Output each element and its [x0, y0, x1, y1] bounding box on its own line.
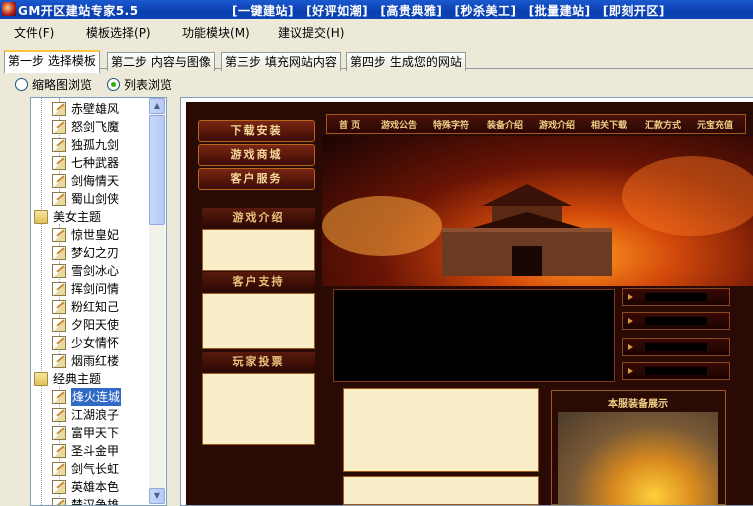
nav-item: 汇款方式 — [645, 121, 682, 131]
menu-bar: 文件(F) 模板选择(P) 功能模块(M) 建议提交(H) — [0, 21, 753, 41]
preview-service-button: 客户服务 — [198, 168, 315, 190]
page-icon — [52, 156, 66, 170]
page-icon — [52, 138, 66, 152]
redacted-block — [645, 367, 707, 375]
preview-nav: 首 页 游戏公告 特殊字符 装备介绍 游戏介绍 相关下载 汇款方式 元宝充值 — [326, 114, 746, 134]
menu-feedback[interactable]: 建议提交(H) — [278, 24, 344, 41]
page-icon — [52, 498, 66, 505]
tab-step3[interactable]: 第三步 填充网站内容 — [221, 52, 341, 71]
template-preview: 下载安装 游戏商城 客户服务 游戏介绍 客户支持 玩家投票 首 页 游戏公告 特… — [180, 97, 753, 506]
preview-equip-image — [558, 412, 718, 505]
preview-video-area — [333, 289, 615, 382]
template-tree[interactable]: 赤壁雄风 怒剑飞魔 独孤九剑 七种武器 剑侮情天 蜀山剑侠 美女主题 惊世皇妃 … — [30, 97, 167, 506]
radio-list-view[interactable]: 列表浏览 — [107, 76, 172, 92]
preview-section-support: 客户支持 — [202, 272, 315, 292]
preview-link-bar — [622, 288, 730, 306]
page-icon — [52, 174, 66, 188]
preview-panel — [202, 373, 315, 445]
page-icon — [52, 102, 66, 116]
page-icon — [52, 444, 66, 458]
nav-item: 游戏介绍 — [539, 121, 576, 131]
title-links: [一键建站] [好评如潮] [高贵典雅] [秒杀美工] [批量建站] [即刻开区… — [232, 2, 673, 19]
tree-scrollbar[interactable]: ▲ ▼ — [149, 98, 165, 504]
preview-link-bar — [622, 362, 730, 380]
page-icon — [52, 228, 66, 242]
app-title: GM开区建站专家5.5 — [18, 4, 139, 18]
page-icon — [52, 246, 66, 260]
nav-item: 首 页 — [339, 121, 361, 131]
radio-circle-selected — [107, 78, 120, 91]
preview-section-vote: 玩家投票 — [202, 352, 315, 372]
redacted-block — [645, 317, 707, 325]
title-link-open[interactable]: [即刻开区] — [603, 4, 665, 18]
page-icon — [52, 390, 66, 404]
page-icon — [52, 120, 66, 134]
scroll-thumb[interactable] — [149, 115, 165, 225]
preview-download-button: 下载安装 — [198, 120, 315, 142]
preview-link-bar — [622, 312, 730, 330]
redacted-block — [645, 343, 707, 351]
preview-panel — [202, 229, 315, 271]
tab-step2[interactable]: 第二步 内容与图像 — [107, 52, 215, 71]
page-icon — [52, 264, 66, 278]
tab-step4[interactable]: 第四步 生成您的网站 — [346, 52, 466, 71]
page-icon — [52, 192, 66, 206]
title-link-one-click[interactable]: [一键建站] — [232, 4, 294, 18]
title-bar: GM开区建站专家5.5 [一键建站] [好评如潮] [高贵典雅] [秒杀美工] … — [0, 0, 753, 19]
page-icon — [52, 426, 66, 440]
radio-thumbnail-view[interactable]: 缩略图浏览 — [15, 76, 92, 92]
page-icon — [52, 282, 66, 296]
menu-template[interactable]: 模板选择(P) — [86, 24, 151, 41]
page-icon — [52, 462, 66, 476]
preview-equip-title: 本服装备展示 — [558, 398, 718, 412]
title-link-praise[interactable]: [好评如潮] — [306, 4, 368, 18]
preview-banner-image — [322, 136, 753, 286]
nav-item: 元宝充值 — [697, 121, 734, 131]
page-icon — [52, 336, 66, 350]
folder-icon — [34, 210, 48, 224]
radio-circle — [15, 78, 28, 91]
page-icon — [52, 354, 66, 368]
page-icon — [52, 318, 66, 332]
preview-panel — [202, 293, 315, 349]
page-icon — [52, 480, 66, 494]
tab-step1[interactable]: 第一步 选择模板 — [4, 50, 100, 73]
nav-item: 相关下载 — [591, 121, 628, 131]
redacted-block — [645, 293, 707, 301]
nav-item: 特殊字符 — [433, 121, 470, 131]
preview-link-bar — [622, 338, 730, 356]
tree-line — [41, 98, 42, 505]
nav-item: 游戏公告 — [381, 121, 418, 131]
preview-section-intro: 游戏介绍 — [202, 208, 315, 228]
title-link-elegant[interactable]: [高贵典雅] — [380, 4, 442, 18]
preview-content-panel — [343, 388, 539, 472]
app-icon — [2, 2, 16, 16]
nav-item: 装备介绍 — [487, 121, 524, 131]
preview-site: 下载安装 游戏商城 客户服务 游戏介绍 客户支持 玩家投票 首 页 游戏公告 特… — [186, 102, 753, 505]
page-icon — [52, 300, 66, 314]
scroll-down-arrow-icon[interactable]: ▼ — [149, 488, 165, 504]
castle-illustration — [442, 184, 612, 276]
menu-file[interactable]: 文件(F) — [14, 24, 54, 41]
scroll-up-arrow-icon[interactable]: ▲ — [149, 98, 165, 114]
preview-content-panel — [343, 476, 539, 505]
fire-cloud — [622, 156, 753, 236]
folder-icon — [34, 372, 48, 386]
page-icon — [52, 408, 66, 422]
menu-modules[interactable]: 功能模块(M) — [182, 24, 250, 41]
title-link-design[interactable]: [秒杀美工] — [455, 4, 517, 18]
preview-shop-button: 游戏商城 — [198, 144, 315, 166]
title-link-batch[interactable]: [批量建站] — [529, 4, 591, 18]
